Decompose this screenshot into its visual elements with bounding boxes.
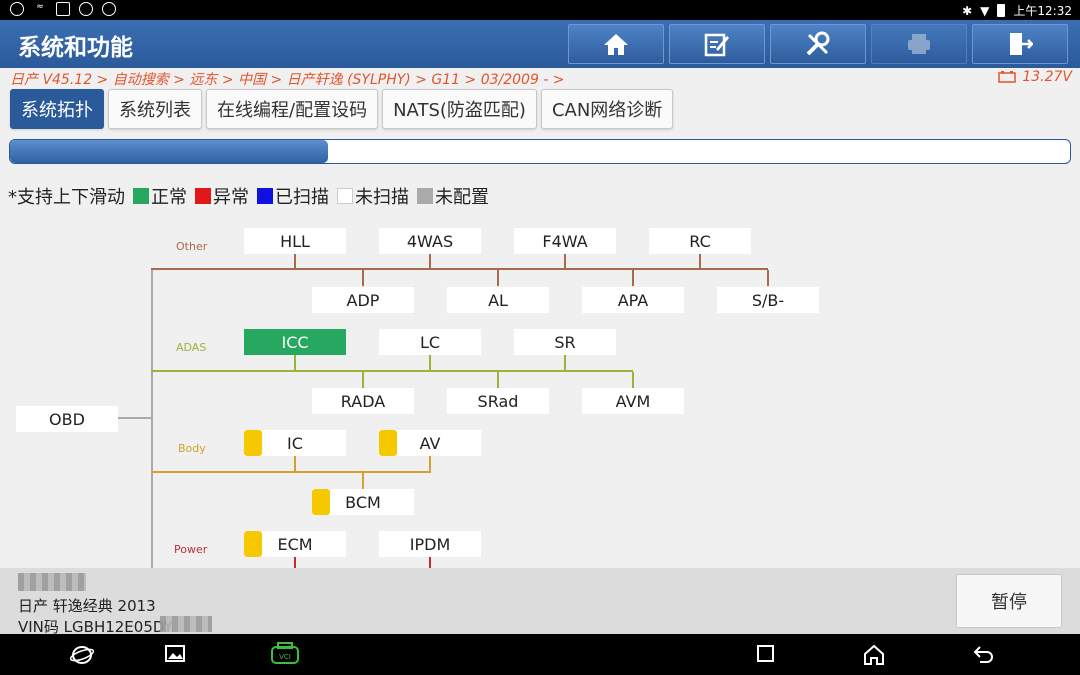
- legend: *支持上下滑动 正常 异常 已扫描 未扫描 未配置: [8, 183, 489, 209]
- legend-swatch-scanned: [257, 188, 273, 204]
- browser-icon[interactable]: [69, 644, 95, 670]
- tab-online-coding[interactable]: 在线编程/配置设码: [206, 89, 379, 129]
- tab-system-list[interactable]: 系统列表: [108, 89, 202, 129]
- car-battery-icon: [998, 71, 1017, 83]
- compass-icon: [79, 2, 93, 16]
- module-node[interactable]: ECM: [244, 531, 346, 557]
- print-button[interactable]: [871, 24, 967, 64]
- vehicle-model: 日产 轩逸经典 2013: [18, 597, 156, 615]
- group-label-power: Power: [174, 543, 208, 556]
- bluetooth-status-icon: ✱: [962, 3, 973, 18]
- status-bar: ≈ ✱ ▼ 上午12:32: [0, 0, 1080, 20]
- app-icon: [10, 2, 24, 16]
- module-node[interactable]: RADA: [312, 388, 414, 414]
- title-bar: 系统和功能: [0, 20, 1080, 68]
- other-bus: [151, 268, 768, 270]
- battery-voltage: 13.27V: [998, 69, 1072, 85]
- navigation-bar: VCI: [0, 634, 1080, 675]
- module-node[interactable]: HLL: [244, 228, 346, 254]
- module-node[interactable]: BCM: [312, 489, 414, 515]
- body-bus: [151, 471, 431, 473]
- tools-button[interactable]: [770, 24, 866, 64]
- home-button[interactable]: [568, 24, 664, 64]
- tab-bar: 系统拓扑 系统列表 在线编程/配置设码 NATS(防盗匹配) CAN网络诊断: [10, 89, 674, 129]
- svg-text:VCI: VCI: [279, 653, 291, 661]
- clock: 上午12:32: [1013, 4, 1072, 18]
- scan-progress-bar: [9, 139, 1071, 164]
- tab-nats[interactable]: NATS(防盗匹配): [382, 89, 537, 129]
- module-node[interactable]: 4WAS: [379, 228, 481, 254]
- module-node[interactable]: APA: [582, 287, 684, 313]
- legend-swatch-unconfigured: [417, 188, 433, 204]
- status-flag: [244, 531, 262, 557]
- app-screen: ≈ ✱ ▼ 上午12:32 系统和功能 日产 V45.12 > 自动搜索 > 远…: [0, 0, 1080, 675]
- home-icon: [604, 34, 628, 55]
- module-node[interactable]: ADP: [312, 287, 414, 313]
- status-flag: [244, 430, 262, 456]
- legend-label: 未配置: [435, 187, 489, 208]
- module-node[interactable]: IPDM: [379, 531, 481, 557]
- image-icon: [56, 2, 70, 16]
- redacted-block: [160, 616, 212, 632]
- bluetooth-icon: [102, 2, 116, 16]
- status-flag: [379, 430, 397, 456]
- tab-topology[interactable]: 系统拓扑: [10, 89, 104, 129]
- module-node[interactable]: SR: [514, 329, 616, 355]
- progress-fill: [10, 140, 328, 163]
- module-node[interactable]: LC: [379, 329, 481, 355]
- legend-swatch-abnormal: [195, 188, 211, 204]
- pause-button[interactable]: 暂停: [956, 574, 1062, 628]
- wifi-icon: ▼: [980, 3, 990, 18]
- main-bus: [151, 268, 153, 568]
- tab-can-diagnosis[interactable]: CAN网络诊断: [540, 89, 674, 129]
- recent-apps-icon[interactable]: [756, 644, 776, 668]
- group-label-adas: ADAS: [176, 341, 207, 354]
- adas-bus: [151, 370, 633, 372]
- group-label-body: Body: [178, 442, 206, 455]
- legend-label: 已扫描: [275, 187, 329, 208]
- vehicle-info-bar: 日产 轩逸经典 2013 VIN码 LGBH12E05DY 暂停: [0, 568, 1080, 636]
- breadcrumb: 日产 V45.12 > 自动搜索 > 远东 > 中国 > 日产轩逸 (SYLPH…: [10, 72, 565, 88]
- legend-swatch-normal: [133, 188, 149, 204]
- module-node[interactable]: AV: [379, 430, 481, 456]
- module-node[interactable]: IC: [244, 430, 346, 456]
- signal-icon: ≈: [36, 2, 44, 12]
- legend-label: 正常: [151, 187, 187, 208]
- report-edit-icon: [704, 33, 729, 57]
- status-flag: [312, 489, 330, 515]
- module-node[interactable]: RC: [649, 228, 751, 254]
- module-node[interactable]: F4WA: [514, 228, 616, 254]
- group-label-other: Other: [176, 240, 208, 253]
- module-node[interactable]: S/B-: [717, 287, 819, 313]
- legend-label: 异常: [213, 187, 249, 208]
- obd-connector: [118, 417, 152, 419]
- module-node[interactable]: AVM: [582, 388, 684, 414]
- voltage-value: 13.27V: [1022, 69, 1072, 85]
- module-node[interactable]: AL: [447, 287, 549, 313]
- legend-label: 未扫描: [355, 187, 409, 208]
- report-edit-button[interactable]: [669, 24, 765, 64]
- obd-node[interactable]: OBD: [16, 406, 118, 432]
- print-icon: [908, 34, 930, 54]
- exit-icon: [1010, 33, 1033, 55]
- back-icon[interactable]: [972, 644, 994, 668]
- tools-icon: [806, 31, 830, 56]
- gallery-icon[interactable]: [165, 644, 187, 668]
- exit-button[interactable]: [972, 24, 1068, 64]
- scroll-hint: *支持上下滑动: [8, 187, 125, 208]
- home-nav-icon[interactable]: [863, 644, 885, 670]
- topology-diagram: Other HLL 4WAS F4WA RC ADP AL APA S/B- A…: [0, 210, 1080, 568]
- redacted-block: [18, 573, 86, 591]
- page-title: 系统和功能: [18, 35, 133, 61]
- vci-icon[interactable]: VCI: [270, 642, 300, 670]
- legend-swatch-unscanned: [337, 188, 353, 204]
- battery-icon: [997, 4, 1006, 17]
- module-node-normal[interactable]: ICC: [244, 329, 346, 355]
- module-node[interactable]: SRad: [447, 388, 549, 414]
